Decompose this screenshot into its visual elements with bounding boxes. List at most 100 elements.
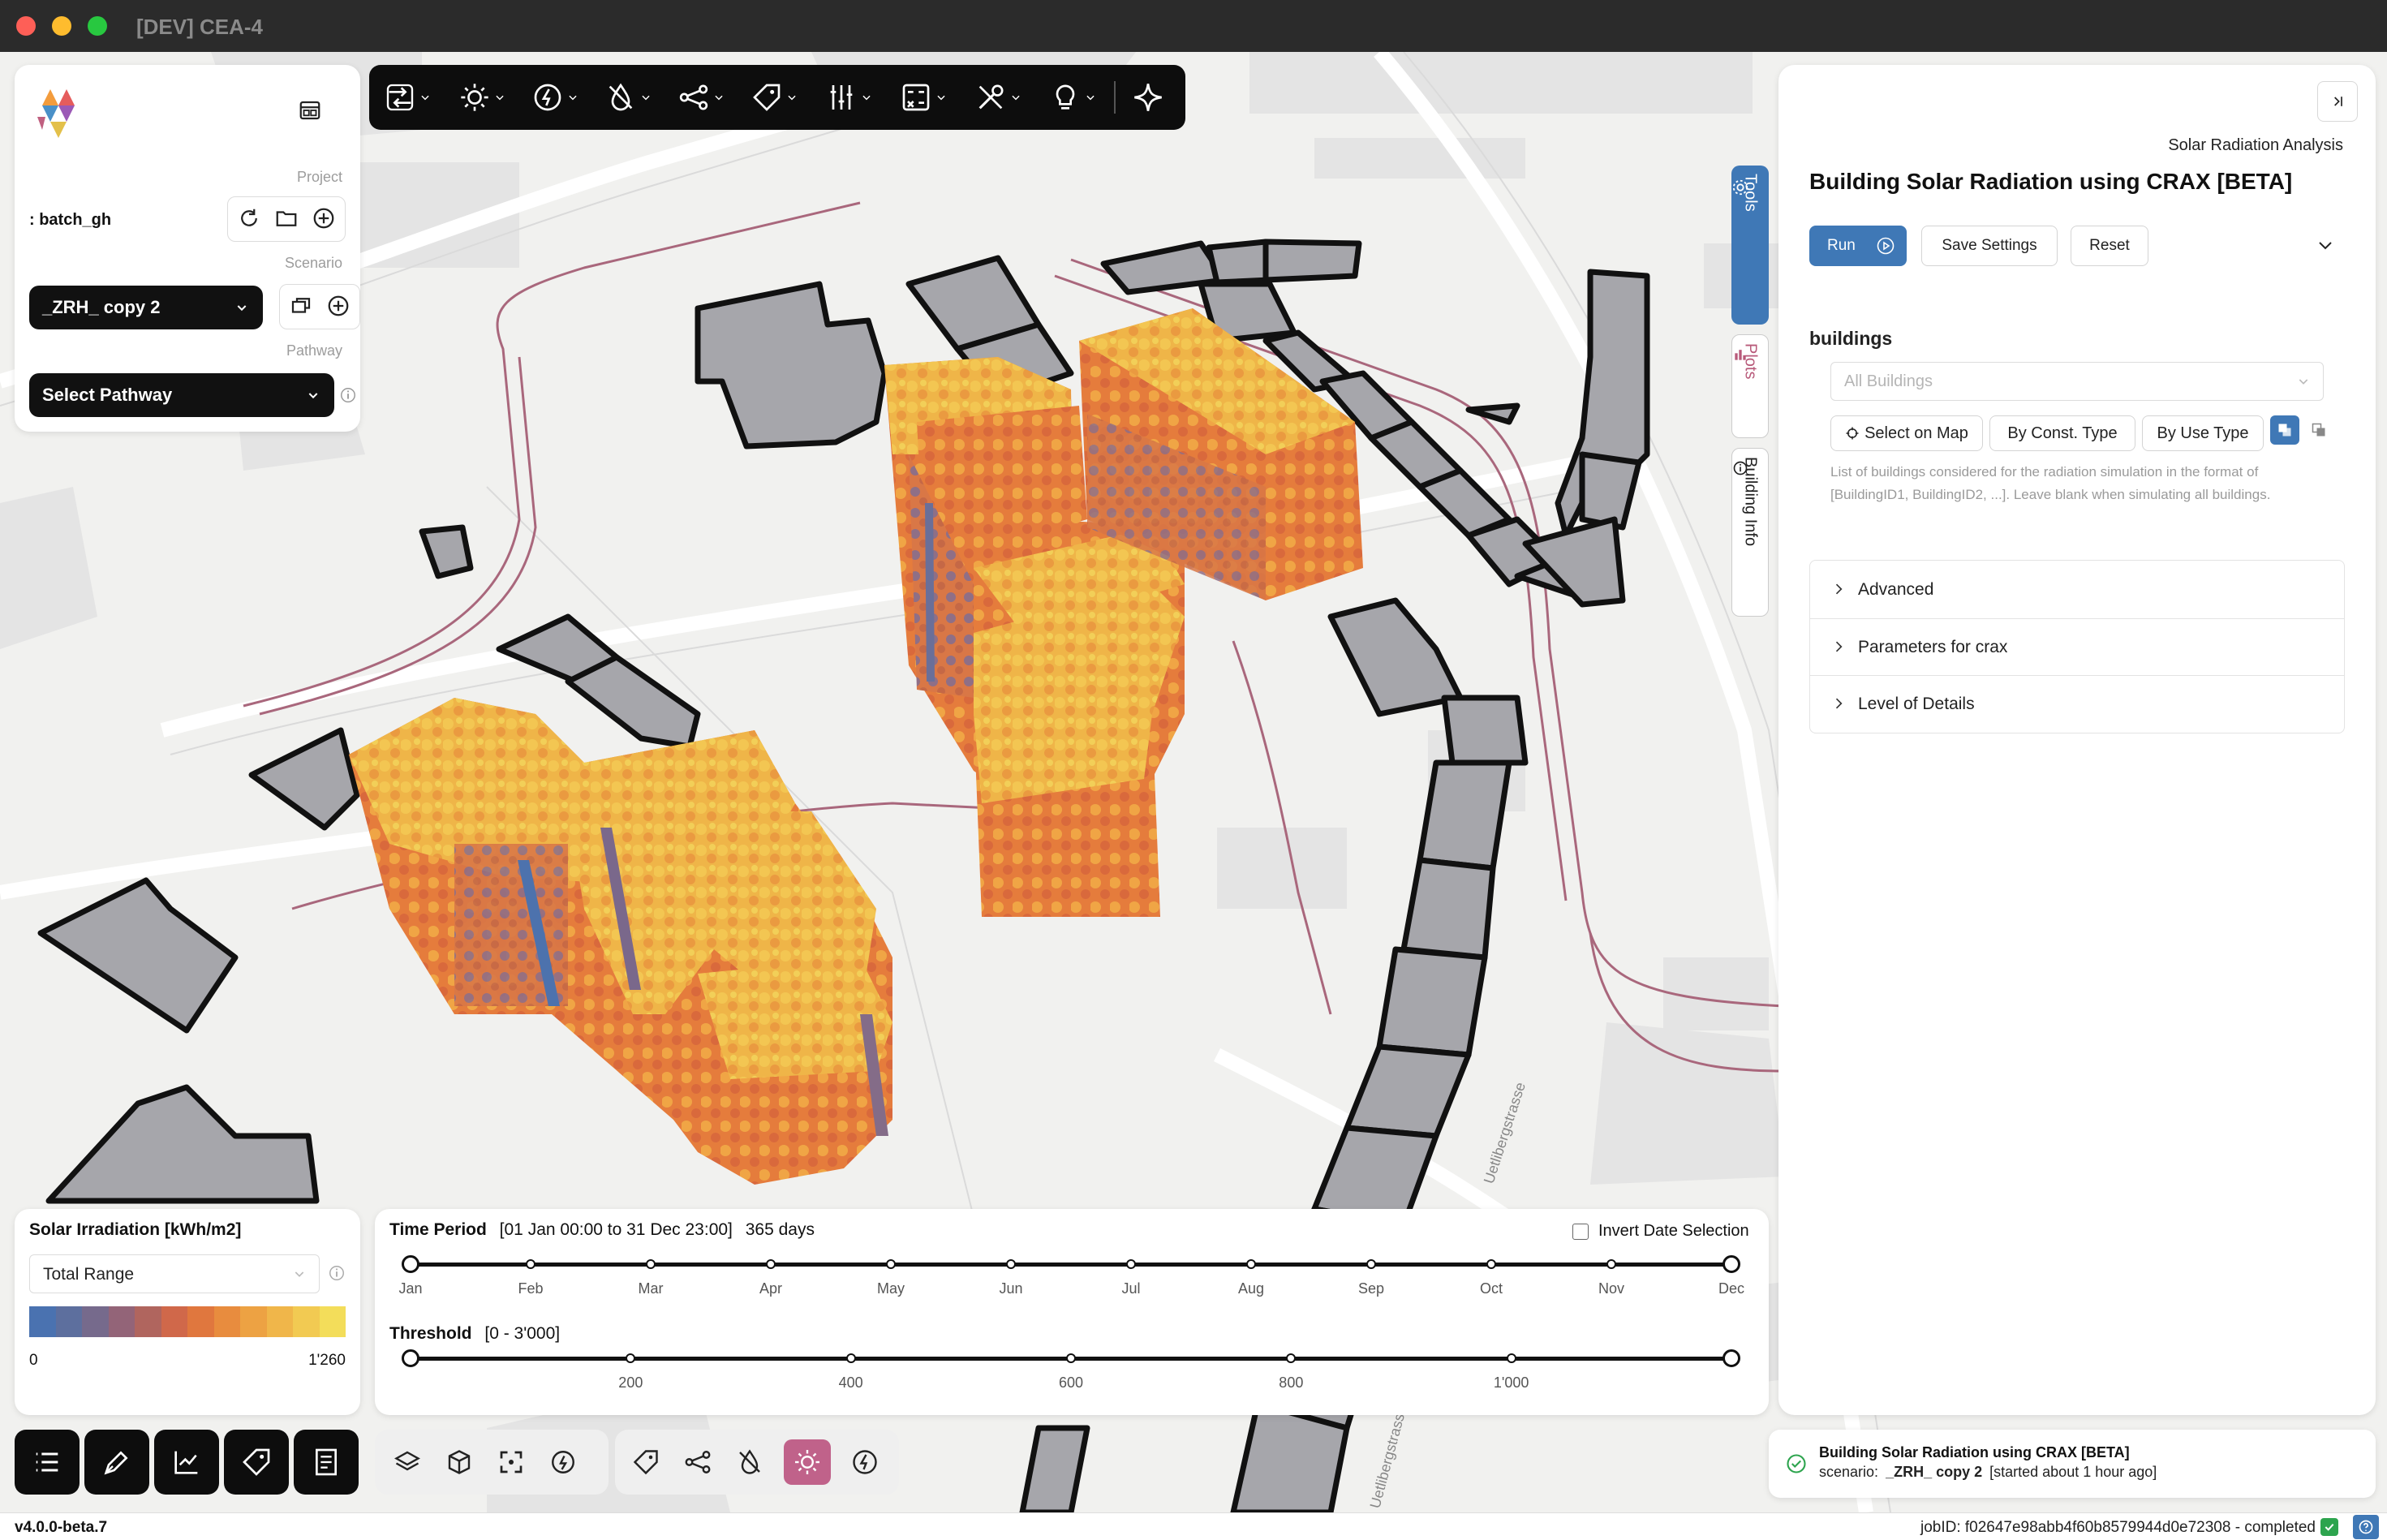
accordion-level-label: Level of Details [1858,694,1975,713]
save-settings-button[interactable]: Save Settings [1921,226,2058,266]
chevron-down-icon [295,1271,304,1277]
select-on-map-button[interactable]: Select on Map [1830,415,1983,451]
date-slider-start-handle[interactable] [402,1255,419,1273]
color-swatch [82,1306,109,1337]
date-slider-track[interactable] [411,1263,1731,1267]
run-button[interactable]: Run [1809,226,1907,266]
month-label: Jul [1121,1280,1141,1297]
month-label: Aug [1237,1280,1265,1297]
color-swatch [161,1306,187,1337]
dashboard-icon[interactable] [294,94,326,127]
utilities-tool[interactable] [974,81,1021,114]
water-tool[interactable] [604,81,652,114]
ideas-tool[interactable] [1049,81,1096,114]
add-scenario-icon[interactable] [322,290,355,322]
accordion-advanced[interactable]: Advanced [1809,561,2345,618]
range-mode-select[interactable]: Total Range [29,1254,320,1293]
maximize-window-button[interactable] [88,16,107,36]
chevron-down-icon [308,393,318,399]
add-project-icon[interactable] [308,202,340,234]
invert-date-checkbox[interactable] [1572,1223,1589,1240]
tags-button[interactable] [224,1430,289,1495]
select-mode-subtract-button[interactable] [2304,415,2333,445]
play-icon [1877,237,1895,255]
time-period-range: [01 Jan 00:00 to 31 Dec 23:00] [499,1220,733,1239]
street-label: Uetlibergstrass [1367,1412,1408,1510]
water-drop-icon[interactable] [732,1444,768,1480]
cea-logo [37,89,75,138]
threshold-start-handle[interactable] [402,1349,419,1367]
time-threshold-panel: Time Period [01 Jan 00:00 to 31 Dec 23:0… [375,1209,1769,1415]
solar-tool[interactable] [458,81,505,114]
tag-icon[interactable] [628,1444,664,1480]
time-period-row: Time Period [01 Jan 00:00 to 31 Dec 23:0… [389,1220,815,1240]
app-version: v4.0.0-beta.7 [15,1519,108,1536]
by-use-type-button[interactable]: By Use Type [2142,415,2264,451]
invert-date-selection[interactable]: Invert Date Selection [1572,1222,1749,1241]
document-icon [316,1448,337,1476]
date-slider-end-handle[interactable] [1723,1255,1740,1273]
charts-button[interactable] [154,1430,219,1495]
select-on-map-label: Select on Map [1864,424,1968,442]
solar-heatmap-buildings[interactable] [349,308,1363,1185]
by-const-type-button[interactable]: By Const. Type [1989,415,2135,451]
buildings-select[interactable]: All Buildings [1830,362,2324,401]
threshold-tick [1506,1353,1516,1363]
help-button[interactable] [2353,1515,2379,1539]
import-export-tool[interactable] [384,81,431,114]
layers-icon[interactable] [389,1444,425,1480]
draw-button[interactable] [84,1430,149,1495]
reports-button[interactable] [294,1430,359,1495]
minimize-window-button[interactable] [52,16,71,36]
3d-cube-icon[interactable] [441,1444,477,1480]
chevron-down-icon [2299,379,2308,385]
color-swatch [108,1306,135,1337]
job-notification[interactable]: Building Solar Radiation using CRAX [BET… [1769,1430,2376,1498]
tools-icon [978,84,1004,110]
threshold-end-handle[interactable] [1723,1349,1740,1367]
scenario-select[interactable]: _ZRH_ copy 2 [29,286,263,329]
street-label: Uetlibergstrasse [1481,1080,1529,1185]
sun-icon[interactable] [784,1439,831,1485]
threshold-tick-label: 200 [618,1374,643,1391]
tool-category: Solar Radiation Analysis [2168,136,2343,154]
reset-button[interactable]: Reset [2071,226,2148,266]
compass-reset-icon[interactable] [545,1444,581,1480]
building-tag-tool[interactable] [751,81,798,114]
calculator-tool[interactable] [900,81,947,114]
select-mode-union-button[interactable] [2270,415,2299,445]
threshold-tick-label: 1'000 [1493,1374,1529,1391]
parameters-tool[interactable] [825,81,872,114]
close-window-button[interactable] [16,16,36,36]
color-swatch [29,1306,56,1337]
month-label: Dec [1718,1280,1745,1297]
focus-icon[interactable] [493,1444,529,1480]
job-scenario-prefix: scenario: [1819,1464,1879,1480]
pathway-select[interactable]: Select Pathway [29,373,334,417]
tab-building-info[interactable]: Building Info [1731,448,1769,617]
layers-list-button[interactable] [15,1430,80,1495]
energy-globe-icon[interactable] [847,1444,883,1480]
legend-max: 1'260 [308,1352,346,1369]
collapse-panel-button[interactable] [2317,81,2358,122]
project-label: Project [296,169,342,185]
folder-icon[interactable] [270,202,303,234]
network-icon[interactable] [680,1444,716,1480]
duplicate-icon[interactable] [285,290,317,322]
energy-tool[interactable] [531,81,578,114]
chevron-down-icon[interactable] [2316,235,2335,255]
tab-tools[interactable]: Tools [1731,166,1769,325]
ai-assistant-tool[interactable] [1132,81,1164,114]
info-icon[interactable] [339,386,357,404]
refresh-icon[interactable] [233,202,265,234]
color-swatch [293,1306,320,1337]
info-icon[interactable] [328,1264,346,1282]
chevron-right-icon [1835,698,1843,709]
month-label: Mar [638,1280,664,1297]
tab-plots[interactable]: Plots [1731,334,1769,438]
crosshair-icon [1846,427,1859,440]
sparkle-icon [1134,84,1162,111]
network-tool[interactable] [677,81,725,114]
accordion-level-of-details[interactable]: Level of Details [1809,675,2345,732]
accordion-parameters-crax[interactable]: Parameters for crax [1809,618,2345,675]
